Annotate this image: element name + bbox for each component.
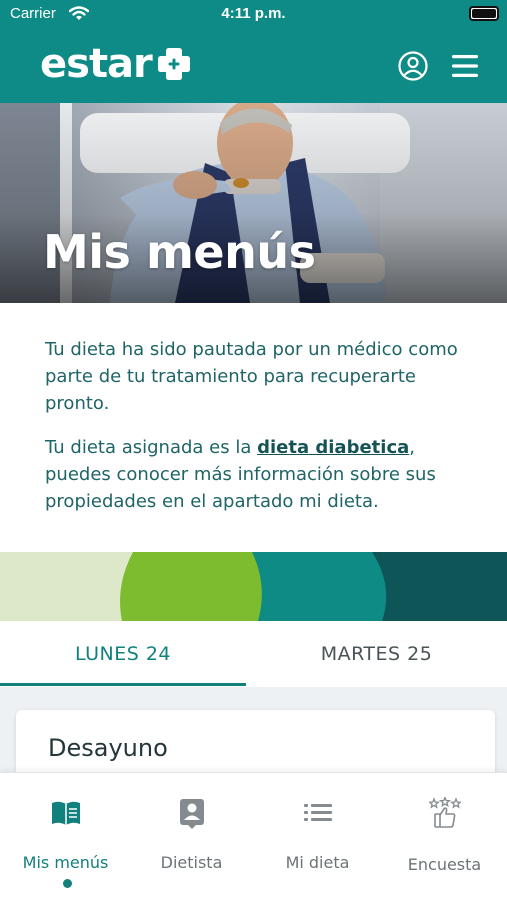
- intro-paragraph-1: Tu dieta ha sido pautada por un médico c…: [45, 339, 458, 414]
- intro-text: Tu dieta ha sido pautada por un médico c…: [45, 336, 465, 515]
- diet-link[interactable]: dieta diabetica: [257, 437, 409, 458]
- nav-mis-menus-label: Mis menús: [22, 853, 109, 872]
- battery-icon: [469, 6, 499, 21]
- nav-dietista[interactable]: Dietista: [128, 793, 255, 883]
- tab-martes-25[interactable]: MARTES 25: [246, 621, 507, 687]
- app-header: estar: [0, 28, 507, 103]
- tab-lunes-24[interactable]: LUNES 24: [0, 621, 246, 687]
- clock-time: 4:11 p.m.: [221, 5, 286, 22]
- intro-paragraph-2: Tu dieta asignada es la dieta diabetica,…: [45, 434, 465, 515]
- nav-mi-dieta[interactable]: Mi dieta: [254, 793, 381, 883]
- nav-mi-dieta-label: Mi dieta: [285, 853, 350, 872]
- nav-encuesta[interactable]: Encuesta: [381, 793, 507, 883]
- meal-card-title: Desayuno: [48, 734, 168, 762]
- user-account-icon[interactable]: [397, 50, 429, 82]
- doctor-badge-icon: [180, 799, 204, 829]
- selected-tab-indicator: [0, 683, 246, 686]
- bottom-tab-bar: Mis menús Dietista Mi dieta Encuesta: [0, 772, 507, 900]
- nav-mis-menus[interactable]: Mis menús: [2, 793, 129, 888]
- nav-dietista-label: Dietista: [160, 853, 223, 872]
- active-tab-dot: [63, 879, 72, 888]
- logo-cross-icon: [157, 48, 190, 80]
- hero-banner: Mis menús: [0, 103, 507, 303]
- hamburger-menu-icon[interactable]: [450, 52, 480, 80]
- decorative-color-bands: [0, 552, 507, 621]
- book-icon: [52, 801, 80, 825]
- logo-text: estar: [40, 41, 153, 87]
- day-tabs: LUNES 24 MARTES 25: [0, 621, 507, 687]
- thumbs-up-stars-icon: [429, 797, 461, 828]
- status-bar: Carrier 4:11 p.m.: [0, 0, 507, 28]
- intro-paragraph-2-prefix: Tu dieta asignada es la: [45, 437, 258, 458]
- nav-encuesta-label: Encuesta: [407, 855, 482, 874]
- page-title: Mis menús: [43, 225, 316, 279]
- list-icon: [304, 804, 332, 821]
- estar-logo: estar: [40, 42, 192, 86]
